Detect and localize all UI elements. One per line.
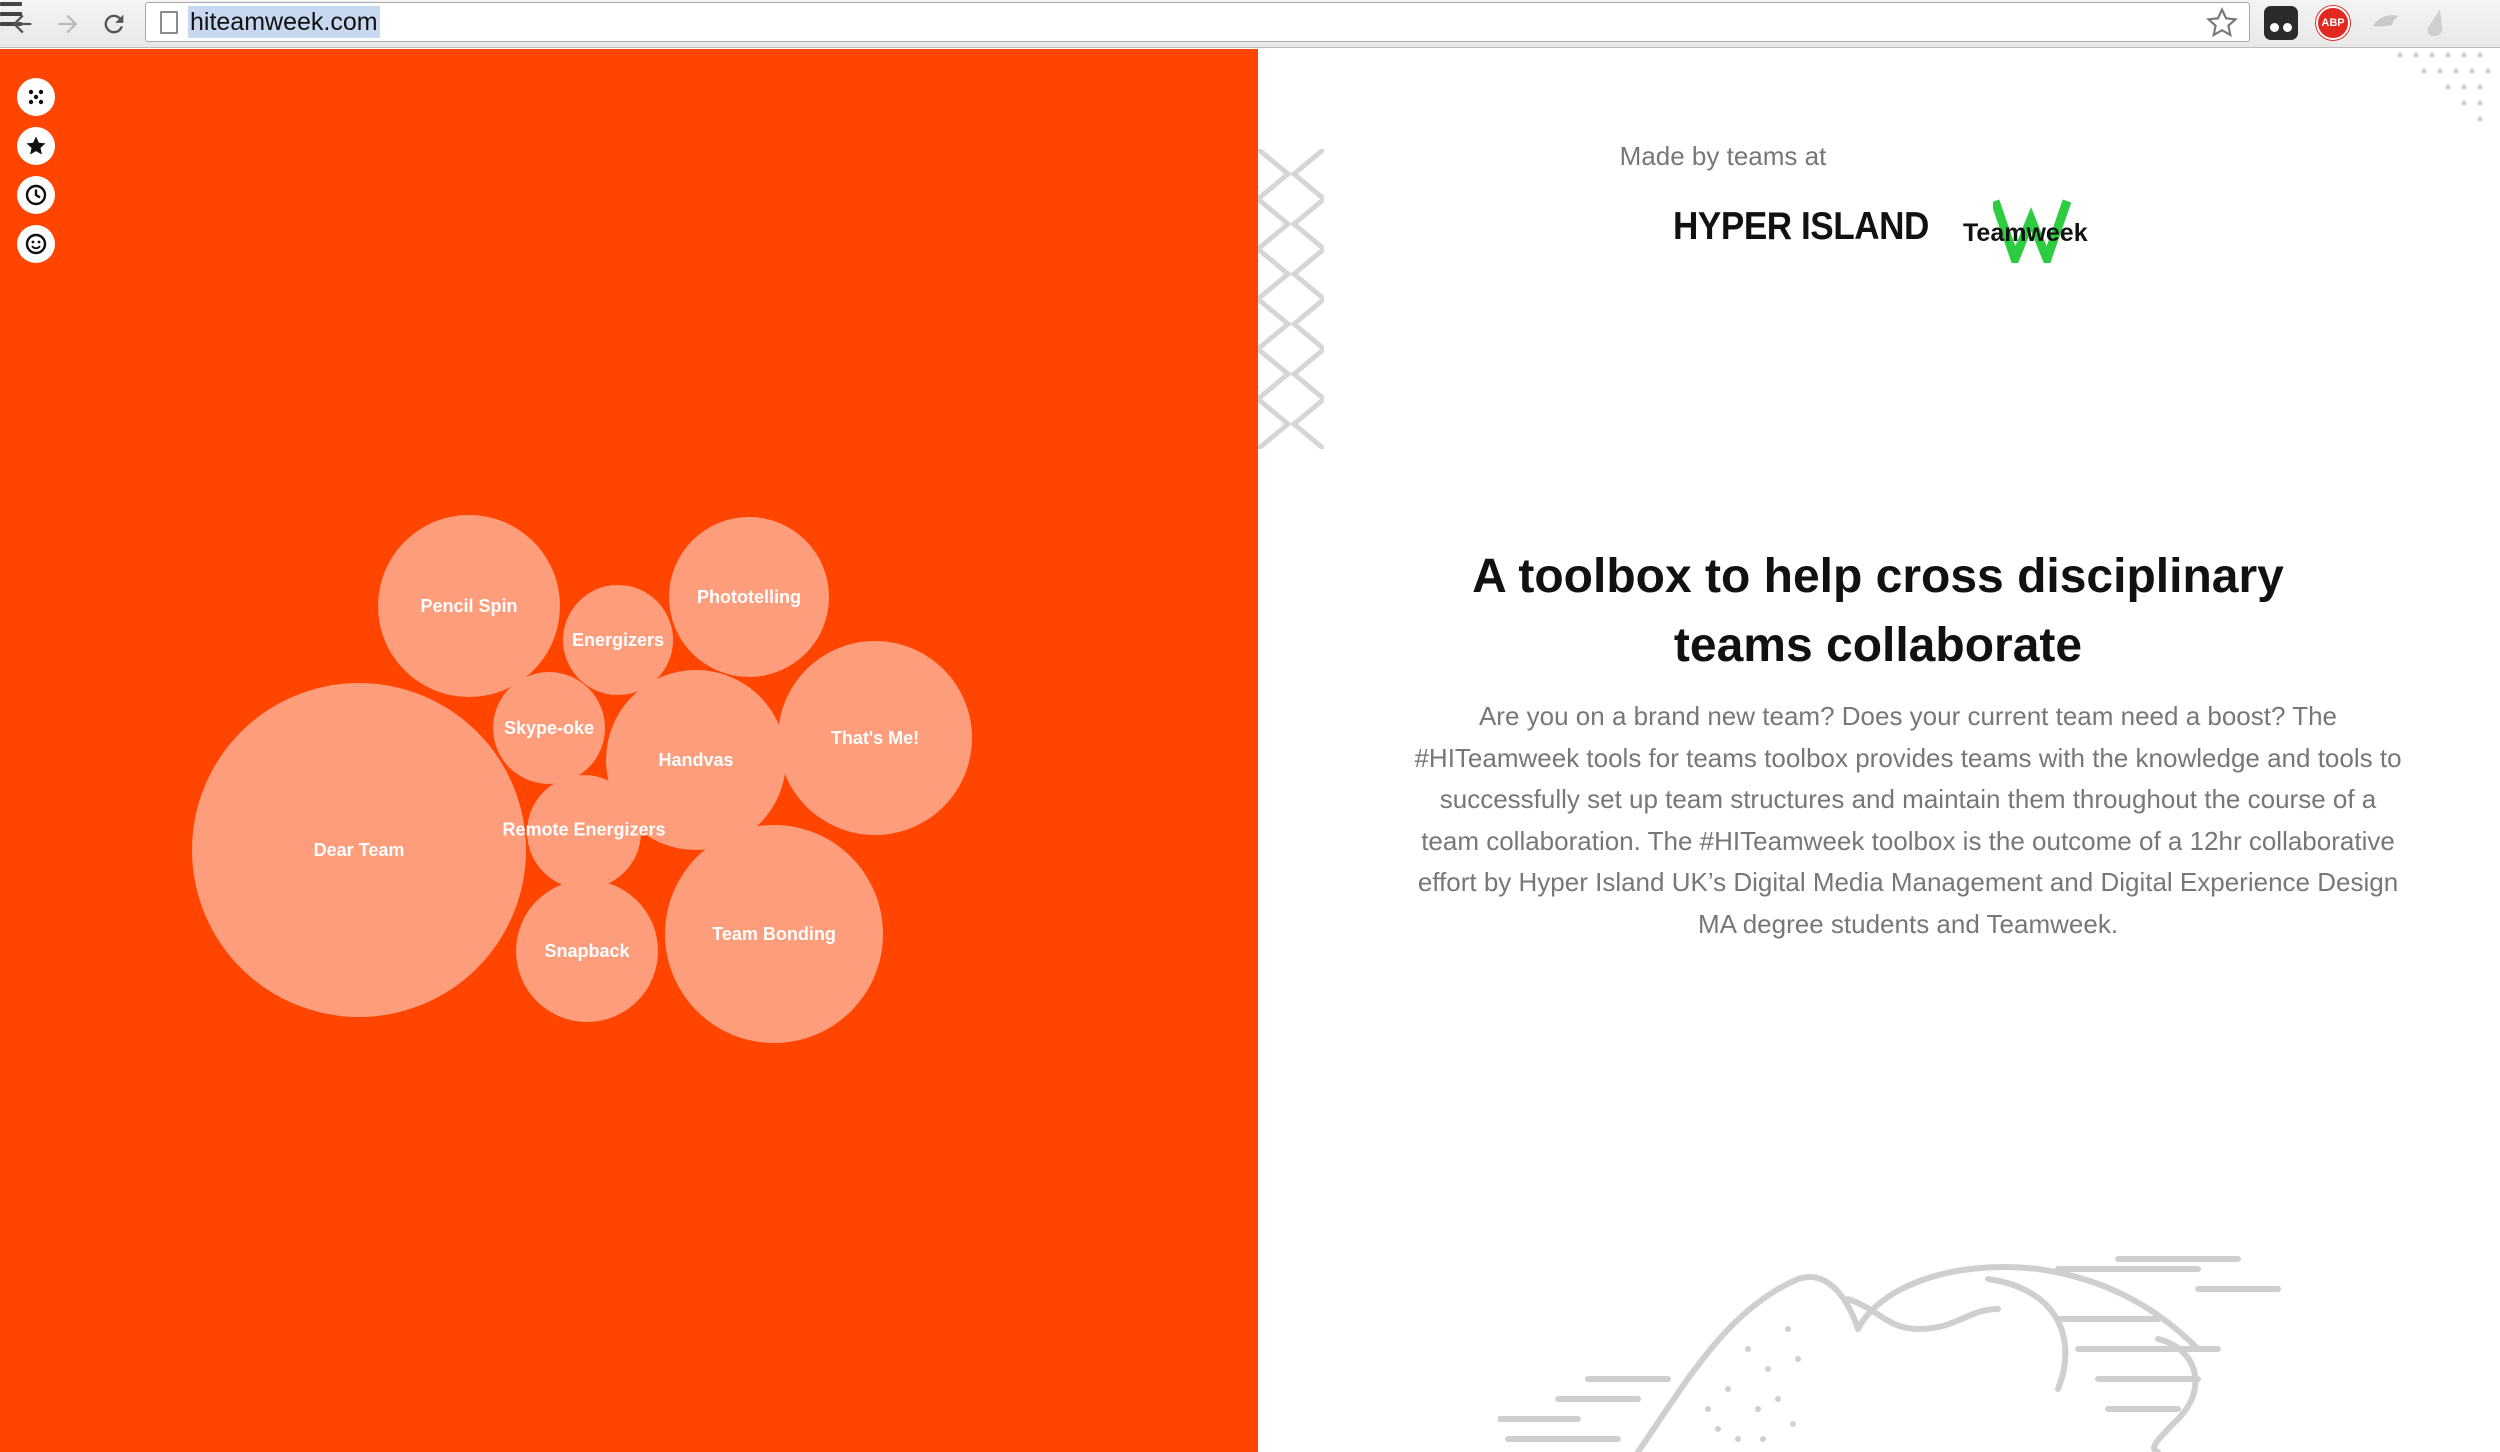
teamweek-logo-text: Teamweek <box>1963 219 2088 247</box>
back-arrow-icon <box>12 14 32 34</box>
bookmark-star-icon[interactable] <box>2205 6 2239 40</box>
smiley-icon <box>25 233 47 255</box>
adblock-plus-icon[interactable]: ABP <box>2316 6 2350 40</box>
teamweek-logo[interactable]: Teamweek <box>1963 197 2123 263</box>
bubble-label: Handvas <box>658 749 734 770</box>
sidebar-item-star[interactable] <box>17 127 55 165</box>
bubble-team-bonding[interactable]: Team Bonding <box>665 825 883 1043</box>
forward-button[interactable] <box>48 4 88 44</box>
bubble-label: Skype-oke <box>503 717 595 738</box>
bubble-pencil-spin[interactable]: Pencil Spin <box>378 515 560 697</box>
address-bar[interactable]: hiteamweek.com <box>145 2 2250 42</box>
bubble-dear-team[interactable]: Dear Team <box>192 683 526 1017</box>
dice-icon <box>28 89 44 105</box>
bubble-skype-oke[interactable]: Skype-oke <box>493 672 605 784</box>
dot-pattern <box>2397 52 2491 122</box>
intro-paragraph: Are you on a brand new team? Does your c… <box>1414 701 2402 939</box>
hyper-island-logo[interactable]: HYPER ISLAND <box>1673 205 1929 249</box>
page-icon <box>160 11 178 34</box>
bubble-snapback[interactable]: Snapback <box>516 880 658 1022</box>
reload-icon <box>104 14 124 34</box>
reload-button[interactable] <box>94 4 134 44</box>
bubble-label: That's Me! <box>830 727 920 748</box>
bubble-label: Remote Energizers <box>502 819 666 840</box>
drop-extension-icon[interactable] <box>2420 6 2454 40</box>
bubble-label: Energizers <box>571 629 665 650</box>
bubble-phototelling[interactable]: Phototelling <box>669 517 829 677</box>
bubble-label: Pencil Spin <box>420 595 518 616</box>
forward-arrow-icon <box>58 14 78 34</box>
landscape-illustration <box>1498 1256 2281 1452</box>
sidebar-item-smiley[interactable] <box>17 225 55 263</box>
star-icon <box>26 136 46 155</box>
url-text[interactable]: hiteamweek.com <box>188 6 380 38</box>
browser-toolbar: hiteamweek.com ABP <box>0 0 2500 48</box>
toolbox-bubble-panel: Pencil Spin Energizers Phototelling Hand… <box>0 49 1258 1452</box>
ghostery-icon[interactable] <box>2264 6 2298 40</box>
bubble-label: Team Bonding <box>712 923 836 944</box>
sidebar-item-dice[interactable] <box>17 78 55 116</box>
bubble-label: Dear Team <box>313 839 405 860</box>
page-headline: A toolbox to help cross disciplinary tea… <box>1472 550 2284 672</box>
bubble-label: Snapback <box>544 940 630 961</box>
sidebar-item-clock[interactable] <box>17 176 55 214</box>
browser-window: hiteamweek.com ABP Pencil Spin Energizer… <box>0 0 2500 1452</box>
intro-panel: Made by teams at HYPER ISLAND Teamweek A… <box>1258 49 2500 1452</box>
bird-extension-icon[interactable] <box>2369 6 2403 40</box>
bubble-thats-me[interactable]: That's Me! <box>778 641 972 835</box>
back-button[interactable] <box>2 4 42 44</box>
made-by-label: Made by teams at <box>1619 141 1827 171</box>
clock-icon <box>25 184 47 206</box>
bubble-label: Phototelling <box>697 586 801 607</box>
zigzag-pattern <box>1258 149 1324 449</box>
